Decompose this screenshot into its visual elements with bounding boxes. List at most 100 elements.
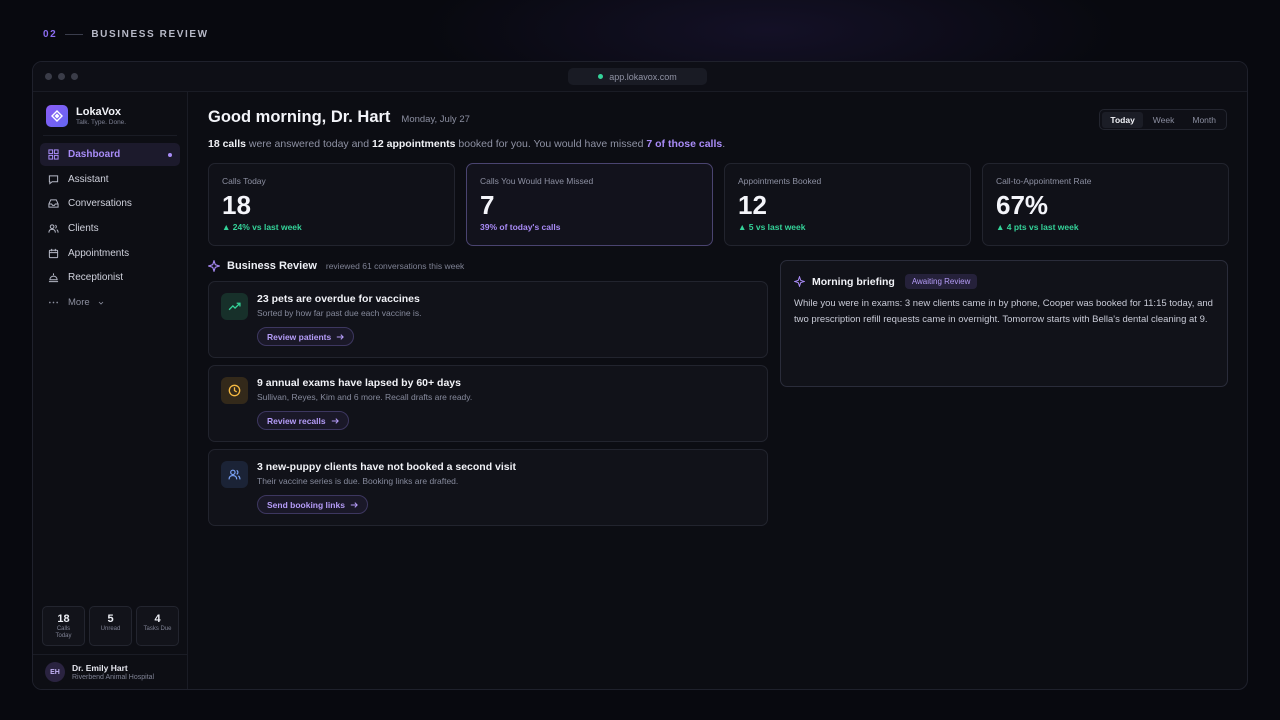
- kpi-delta: ▲ 24% vs last week: [222, 222, 302, 232]
- users-icon: [48, 224, 59, 233]
- review-recalls-button[interactable]: Review recalls: [257, 411, 349, 430]
- section-number: 02: [43, 29, 58, 40]
- kpi-conversion-rate[interactable]: Call-to-Appointment Rate 67% ▲ 4 pts vs …: [982, 163, 1229, 246]
- stat-tasks-due[interactable]: 4 Tasks Due: [136, 606, 179, 646]
- kpi-row: Calls Today 18 ▲ 24% vs last week Calls …: [208, 163, 1229, 246]
- sidebar-item-dashboard[interactable]: Dashboard: [40, 143, 180, 166]
- desk-bell-icon: [48, 273, 59, 283]
- arrow-right-icon: [350, 501, 358, 508]
- range-option-month[interactable]: Month: [1184, 112, 1224, 128]
- stat-label: Calls Today: [55, 626, 72, 639]
- business-review-subtitle: reviewed 61 conversations this week: [325, 261, 465, 271]
- range-option-today[interactable]: Today: [1102, 111, 1143, 128]
- user-organization: Riverbend Animal Hospital: [72, 674, 155, 681]
- review-card-list: 23 pets are overdue for vaccines Sorted …: [208, 281, 768, 533]
- status-badge: Awaiting Review: [904, 274, 978, 289]
- stat-label: Tasks Due: [143, 626, 172, 632]
- page-title: Good morning, Dr. Hart: [208, 108, 391, 126]
- minimize-dot[interactable]: [58, 73, 65, 80]
- business-review-title: Business Review: [227, 260, 317, 272]
- sparkle-icon: [208, 260, 220, 272]
- button-label: Review recalls: [267, 415, 326, 426]
- summary-text: booked for you. You would have missed: [455, 138, 647, 150]
- stat-value: 4: [154, 613, 161, 625]
- summary-appointments: 12 appointments: [372, 138, 456, 150]
- user-name: Dr. Emily Hart: [72, 663, 128, 673]
- sidebar-item-more[interactable]: More: [40, 291, 180, 314]
- summary-text: .: [722, 138, 726, 150]
- morning-briefing-card: Morning briefing Awaiting Review While y…: [780, 260, 1228, 387]
- window-controls: [45, 73, 78, 80]
- arrow-right-icon: [331, 417, 339, 424]
- section-divider: [65, 34, 84, 35]
- review-card-title: 9 annual exams have lapsed by 60+ days: [257, 377, 461, 389]
- send-booking-links-button[interactable]: Send booking links: [257, 495, 368, 514]
- kpi-value: 7: [480, 190, 495, 220]
- sidebar-item-receptionist[interactable]: Receptionist: [40, 266, 180, 289]
- brand-name: LokaVox: [76, 106, 122, 118]
- sidebar-item-appointments[interactable]: Appointments: [40, 242, 180, 265]
- summary-text: were answered today and: [245, 138, 373, 150]
- page-header: Good morning, Dr. Hart Monday, July 27: [208, 108, 470, 127]
- sidebar-item-assistant[interactable]: Assistant: [40, 168, 180, 191]
- sparkle-icon: [794, 276, 805, 287]
- stat-calls-today[interactable]: 18 Calls Today: [42, 606, 85, 646]
- maximize-dot[interactable]: [71, 73, 78, 80]
- sidebar-item-label: More: [68, 297, 90, 309]
- kpi-label: Calls You Would Have Missed: [480, 176, 594, 186]
- briefing-body: While you were in exams: 3 new clients c…: [794, 298, 1213, 325]
- kpi-delta: ▲ 4 pts vs last week: [996, 222, 1079, 232]
- sidebar-item-label: Dashboard: [68, 149, 121, 160]
- review-card-subtitle: Sorted by how far past due each vaccine …: [257, 308, 422, 318]
- stat-unread[interactable]: 5 Unread: [89, 606, 132, 646]
- briefing-title: Morning briefing: [812, 275, 895, 288]
- button-label: Review patients: [267, 331, 332, 342]
- section-title: BUSINESS REVIEW: [91, 29, 209, 40]
- url-text: app.lokavox.com: [609, 71, 677, 82]
- stat-value: 5: [107, 613, 114, 625]
- kpi-label: Appointments Booked: [738, 176, 822, 186]
- kpi-appointments-booked[interactable]: Appointments Booked 12 ▲ 5 vs last week: [724, 163, 971, 246]
- brand[interactable]: LokaVox Talk. Type. Done.: [46, 105, 126, 127]
- button-label: Send booking links: [267, 499, 345, 510]
- sidebar: LokaVox Talk. Type. Done. Dashboard Assi…: [33, 92, 188, 689]
- review-card-subtitle: Sullivan, Reyes, Kim and 6 more. Recall …: [257, 392, 473, 402]
- review-card: 23 pets are overdue for vaccines Sorted …: [208, 281, 768, 358]
- kpi-delta: 39% of today's calls: [480, 222, 561, 232]
- users-icon: [221, 461, 248, 488]
- section-label: 02 BUSINESS REVIEW: [43, 29, 209, 40]
- summary-missed: 7 of those calls: [646, 138, 723, 150]
- chat-icon: [48, 175, 59, 185]
- date-range-toggle: Today Week Month: [1099, 109, 1227, 130]
- business-review-header: Business Review reviewed 61 conversation…: [208, 260, 464, 272]
- review-patients-button[interactable]: Review patients: [257, 327, 355, 346]
- sidebar-item-conversations[interactable]: Conversations: [40, 192, 180, 215]
- sidebar-item-clients[interactable]: Clients: [40, 217, 180, 240]
- kpi-value: 18: [222, 190, 251, 220]
- sidebar-item-label: Receptionist: [68, 272, 124, 284]
- window-titlebar: app.lokavox.com: [33, 62, 1247, 92]
- clock-icon: [221, 377, 248, 404]
- kpi-calls-today[interactable]: Calls Today 18 ▲ 24% vs last week: [208, 163, 455, 246]
- sidebar-item-label: Conversations: [68, 198, 132, 210]
- chevron-down-icon: [98, 301, 103, 305]
- range-option-week[interactable]: Week: [1145, 112, 1183, 128]
- inbox-icon: [48, 199, 59, 209]
- kpi-label: Call-to-Appointment Rate: [996, 176, 1092, 186]
- user-profile[interactable]: EH Dr. Emily Hart Riverbend Animal Hospi…: [45, 662, 154, 682]
- app-window: app.lokavox.com LokaVox Talk. Type. Done…: [32, 61, 1248, 690]
- brand-logo-icon: [46, 105, 68, 127]
- calendar-icon: [48, 248, 59, 258]
- review-card: 9 annual exams have lapsed by 60+ days S…: [208, 365, 768, 442]
- review-card-title: 23 pets are overdue for vaccines: [257, 293, 420, 305]
- brand-tagline: Talk. Type. Done.: [76, 119, 127, 126]
- sidebar-item-label: Assistant: [68, 173, 109, 185]
- divider: [33, 654, 187, 655]
- grid-icon: [48, 149, 59, 160]
- trending-up-icon: [221, 293, 248, 320]
- kpi-missed-calls[interactable]: Calls You Would Have Missed 7 39% of tod…: [466, 163, 713, 246]
- active-indicator: [168, 153, 172, 157]
- divider: [43, 135, 177, 136]
- close-dot[interactable]: [45, 73, 52, 80]
- url-bar[interactable]: app.lokavox.com: [568, 68, 707, 85]
